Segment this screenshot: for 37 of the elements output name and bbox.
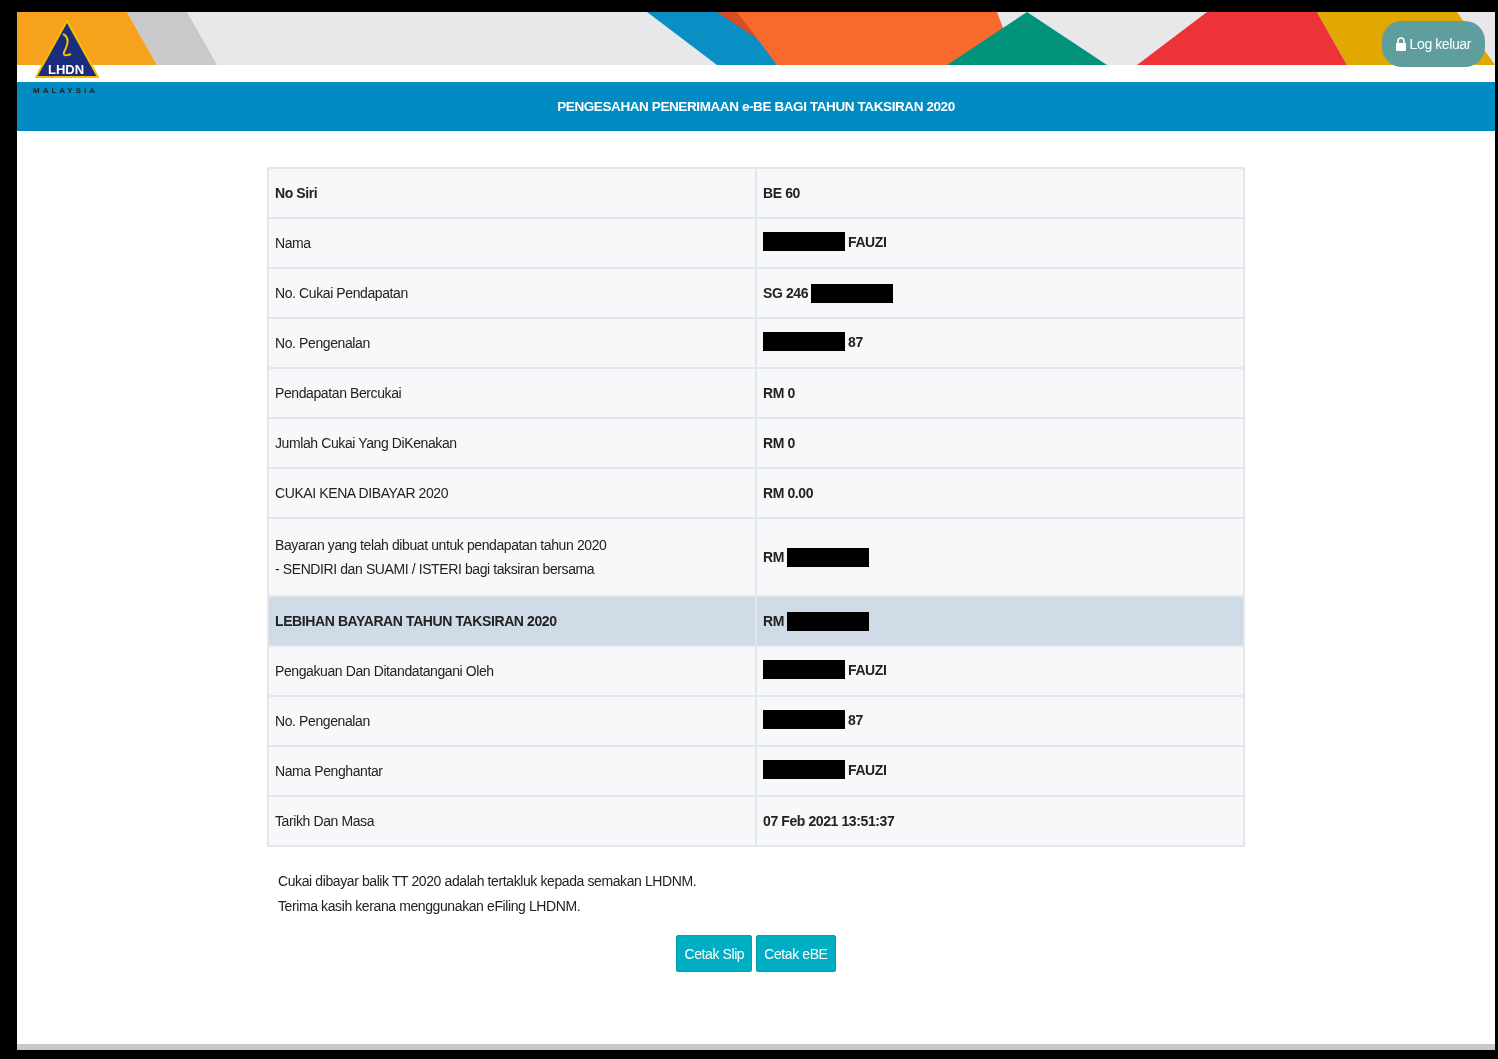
row-label: Nama Penghantar: [275, 763, 383, 779]
row-value: 87: [848, 333, 863, 350]
print-button[interactable]: Cetak Slip: [676, 935, 753, 972]
row-value: RM 0: [763, 435, 795, 451]
row-label: No. Pengenalan: [275, 713, 370, 729]
row-value: RM 0.00: [763, 485, 814, 501]
row-label: No. Cukai Pendapatan: [275, 285, 408, 301]
row-label: Pendapatan Bercukai: [275, 385, 402, 401]
row-value: SG 246: [763, 285, 809, 301]
row-value: FAUZI: [848, 661, 887, 678]
logo-country: MALAYSIA: [33, 86, 99, 95]
row-value: 87: [848, 711, 863, 728]
triangle-logo-icon: [35, 20, 99, 78]
row-label: LEBIHAN BAYARAN TAHUN TAKSIRAN 2020: [275, 613, 557, 629]
row-value: FAUZI: [848, 761, 887, 778]
row-value: FAUZI: [848, 233, 887, 250]
logout-button[interactable]: Log keluar: [1381, 21, 1485, 67]
row-label: No Siri: [275, 185, 318, 201]
row-note: - SENDIRI dan SUAMI / ISTERI bagi taksiran bersama: [275, 561, 596, 577]
row-value: RM 0: [763, 385, 795, 401]
lock-icon: [1395, 37, 1406, 51]
row-label: Nama: [275, 235, 311, 251]
row-label: No. Pengenalan: [275, 335, 370, 351]
info-text: Cukai dibayar balik TT 2020 adalah tertakluk kepada semakan LHDNM.: [278, 873, 698, 890]
row-value: RM: [763, 549, 784, 565]
row-label: Pengakuan Dan Ditandatangani Oleh: [275, 663, 494, 679]
logo-wordmark: LHDN: [46, 62, 86, 77]
row-value: 07 Feb 2021 13:51:37: [763, 813, 895, 829]
row-label: Bayaran yang telah dibuat untuk pendapatan tahun 2020: [275, 537, 607, 553]
row-label: Tarikh Dan Masa: [275, 813, 375, 829]
row-value: BE 60: [763, 185, 800, 201]
info-text: Terima kasih kerana menggunakan eFiling LHDNM.: [278, 898, 582, 915]
page-title: PENGESAHAN PENERIMAAN e-BE BAGI TAHUN TAKSIRAN 2020: [557, 99, 955, 114]
row-value: RM: [763, 613, 784, 629]
row-label: CUKAI KENA DIBAYAR 2020: [275, 485, 449, 501]
row-label: Jumlah Cukai Yang DiKenakan: [275, 435, 457, 451]
print-button[interactable]: Cetak eBE: [756, 935, 836, 972]
